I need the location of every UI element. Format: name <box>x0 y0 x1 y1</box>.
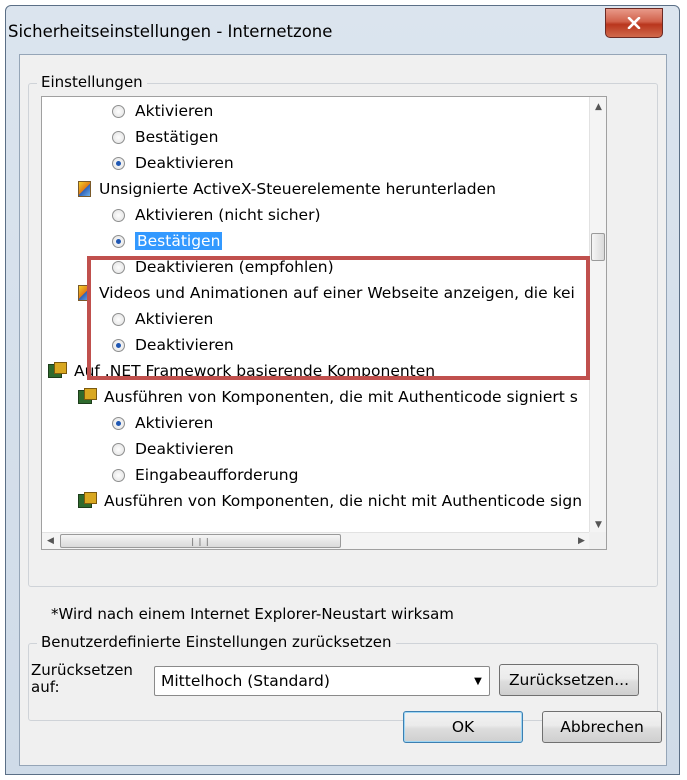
grip-icon: | | | <box>191 536 210 546</box>
radio-option[interactable]: Deaktivieren <box>112 150 234 176</box>
radio-unchecked-icon[interactable] <box>112 104 125 118</box>
setting-label: Eingabeaufforderung <box>135 466 299 484</box>
scroll-right-arrow-icon[interactable]: ▶ <box>573 533 590 549</box>
vertical-scrollbar[interactable]: ▲ ▼ <box>589 97 606 534</box>
scroll-left-arrow-icon[interactable]: ◀ <box>42 533 59 549</box>
reset-level-value: Mittelhoch (Standard) <box>161 672 330 690</box>
window-title: Sicherheitseinstellungen - Internetzone <box>8 22 333 41</box>
radio-option[interactable]: Aktivieren <box>112 98 213 124</box>
vertical-scroll-thumb[interactable] <box>591 233 605 261</box>
setting-label: Aktivieren <box>135 414 214 432</box>
reset-button[interactable]: Zurücksetzen... <box>499 664 639 696</box>
setting-category: Unsignierte ActiveX-Steuerelemente herun… <box>78 176 496 202</box>
title-bar: Sicherheitseinstellungen - Internetzone <box>6 6 679 54</box>
radio-option[interactable]: Eingabeaufforderung <box>112 462 298 488</box>
setting-label: Aktivieren <box>135 310 214 328</box>
radio-unchecked-icon[interactable] <box>112 208 125 222</box>
radio-checked-icon[interactable] <box>112 338 125 352</box>
setting-category: Ausführen von Komponenten, die nicht mit… <box>78 488 582 514</box>
setting-label: Bestätigen <box>135 128 219 146</box>
settings-groupbox: Einstellungen Aktivieren Bestätigen Deakti… <box>28 73 658 587</box>
radio-option[interactable]: Aktivieren (nicht sicher) <box>112 202 321 228</box>
radio-unchecked-icon[interactable] <box>112 260 125 274</box>
activex-icon <box>78 181 91 197</box>
cancel-button[interactable]: Abbrechen <box>542 711 662 743</box>
activex-icon <box>78 285 91 301</box>
setting-label: Deaktivieren <box>135 440 234 458</box>
settings-tree-list[interactable]: Aktivieren Bestätigen Deaktivieren Unsignie… <box>41 96 607 550</box>
setting-label: Aktivieren (nicht sicher) <box>135 206 321 224</box>
setting-label: Bestätigen <box>135 232 223 250</box>
setting-category: Videos und Animationen auf einer Webseit… <box>78 280 575 306</box>
radio-option[interactable]: Bestätigen <box>112 228 223 254</box>
radio-checked-icon[interactable] <box>112 156 125 170</box>
setting-label: Auf .NET Framework basierende Komponente… <box>74 362 436 380</box>
radio-option[interactable]: Deaktivieren (empfohlen) <box>112 254 334 280</box>
radio-unchecked-icon[interactable] <box>112 468 125 482</box>
setting-category: Auf .NET Framework basierende Komponente… <box>48 358 435 384</box>
scroll-up-arrow-icon[interactable]: ▲ <box>590 99 606 116</box>
reset-groupbox: Benutzerdefinierte Einstellungen zurücks… <box>28 633 658 721</box>
setting-label: Unsignierte ActiveX-Steuerelemente herun… <box>99 180 496 198</box>
dialog-client-area: Einstellungen Aktivieren Bestätigen Deakti… <box>19 54 667 766</box>
radio-option[interactable]: Deaktivieren <box>112 332 234 358</box>
restart-note: *Wird nach einem Internet Explorer-Neust… <box>51 605 454 623</box>
radio-unchecked-icon[interactable] <box>112 312 125 326</box>
setting-label: Deaktivieren <box>135 154 234 172</box>
reset-level-dropdown[interactable]: Mittelhoch (Standard) ▼ <box>154 666 490 696</box>
radio-option[interactable]: Aktivieren <box>112 306 213 332</box>
radio-option[interactable]: Bestätigen <box>112 124 218 150</box>
radio-option[interactable]: Deaktivieren <box>112 436 234 462</box>
dotnet-icon <box>78 388 98 406</box>
setting-label: Ausführen von Komponenten, die mit Authe… <box>104 388 578 406</box>
close-button[interactable] <box>605 8 663 38</box>
security-settings-dialog: Sicherheitseinstellungen - Internetzone … <box>5 5 680 775</box>
setting-label: Deaktivieren (empfohlen) <box>135 258 334 276</box>
setting-label: Ausführen von Komponenten, die nicht mit… <box>104 492 583 510</box>
chevron-down-icon: ▼ <box>474 675 482 687</box>
ok-button[interactable]: OK <box>403 711 523 743</box>
radio-unchecked-icon[interactable] <box>112 130 125 144</box>
dotnet-icon <box>48 362 68 380</box>
radio-option[interactable]: Aktivieren <box>112 410 213 436</box>
scrollbar-corner <box>589 532 606 549</box>
setting-label: Deaktivieren <box>135 336 234 354</box>
reset-to-label: Zurücksetzen auf: <box>31 661 133 696</box>
radio-checked-icon[interactable] <box>112 416 125 430</box>
radio-checked-icon[interactable] <box>112 234 125 248</box>
horizontal-scrollbar[interactable]: ◀ | | | ▶ <box>42 532 590 549</box>
setting-label: Videos und Animationen auf einer Webseit… <box>99 284 575 302</box>
setting-category: Ausführen von Komponenten, die mit Authe… <box>78 384 578 410</box>
reset-group-label: Benutzerdefinierte Einstellungen zurücks… <box>37 633 396 651</box>
horizontal-scroll-thumb[interactable]: | | | <box>60 534 341 548</box>
radio-unchecked-icon[interactable] <box>112 442 125 456</box>
dotnet-icon <box>78 492 98 510</box>
setting-label: Aktivieren <box>135 102 214 120</box>
close-icon <box>627 17 641 29</box>
settings-group-label: Einstellungen <box>37 73 147 91</box>
